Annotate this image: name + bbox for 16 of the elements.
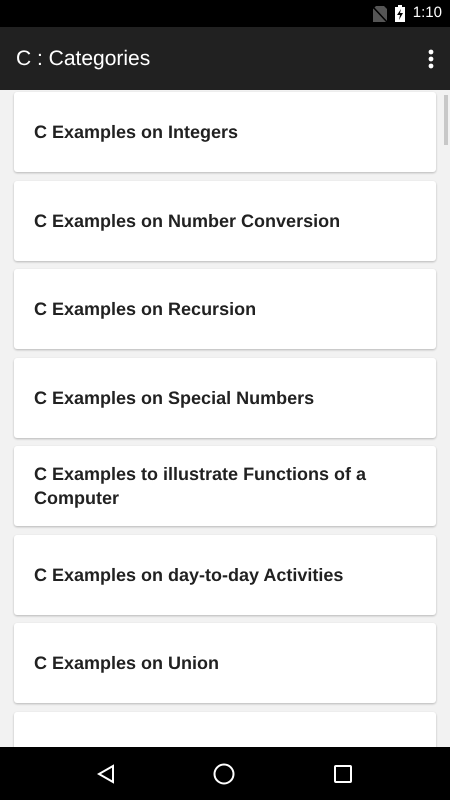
app-title: C : Categories: [16, 46, 150, 72]
category-card[interactable]: C Examples on Special Numbers: [14, 358, 436, 438]
back-icon[interactable]: [97, 764, 115, 784]
category-card[interactable]: C Examples on Recursion: [14, 269, 436, 349]
battery-charging-icon: [394, 5, 405, 22]
category-card[interactable]: C Examples on Number Conversion: [14, 180, 436, 260]
recents-icon[interactable]: [333, 764, 353, 784]
category-card[interactable]: C Examples on day-to-day Activities: [14, 534, 436, 614]
category-card[interactable]: C Examples on Union: [14, 623, 436, 703]
no-sim-icon: [372, 6, 387, 22]
overflow-menu-icon[interactable]: [428, 48, 434, 68]
category-card[interactable]: C Examples to illustrate Functions of a Computer: [14, 446, 436, 526]
status-time: 1:10: [412, 3, 442, 24]
home-icon[interactable]: [213, 762, 235, 784]
scrollbar-thumb: [444, 95, 448, 145]
category-card[interactable]: C Examples on Integers: [14, 92, 436, 172]
